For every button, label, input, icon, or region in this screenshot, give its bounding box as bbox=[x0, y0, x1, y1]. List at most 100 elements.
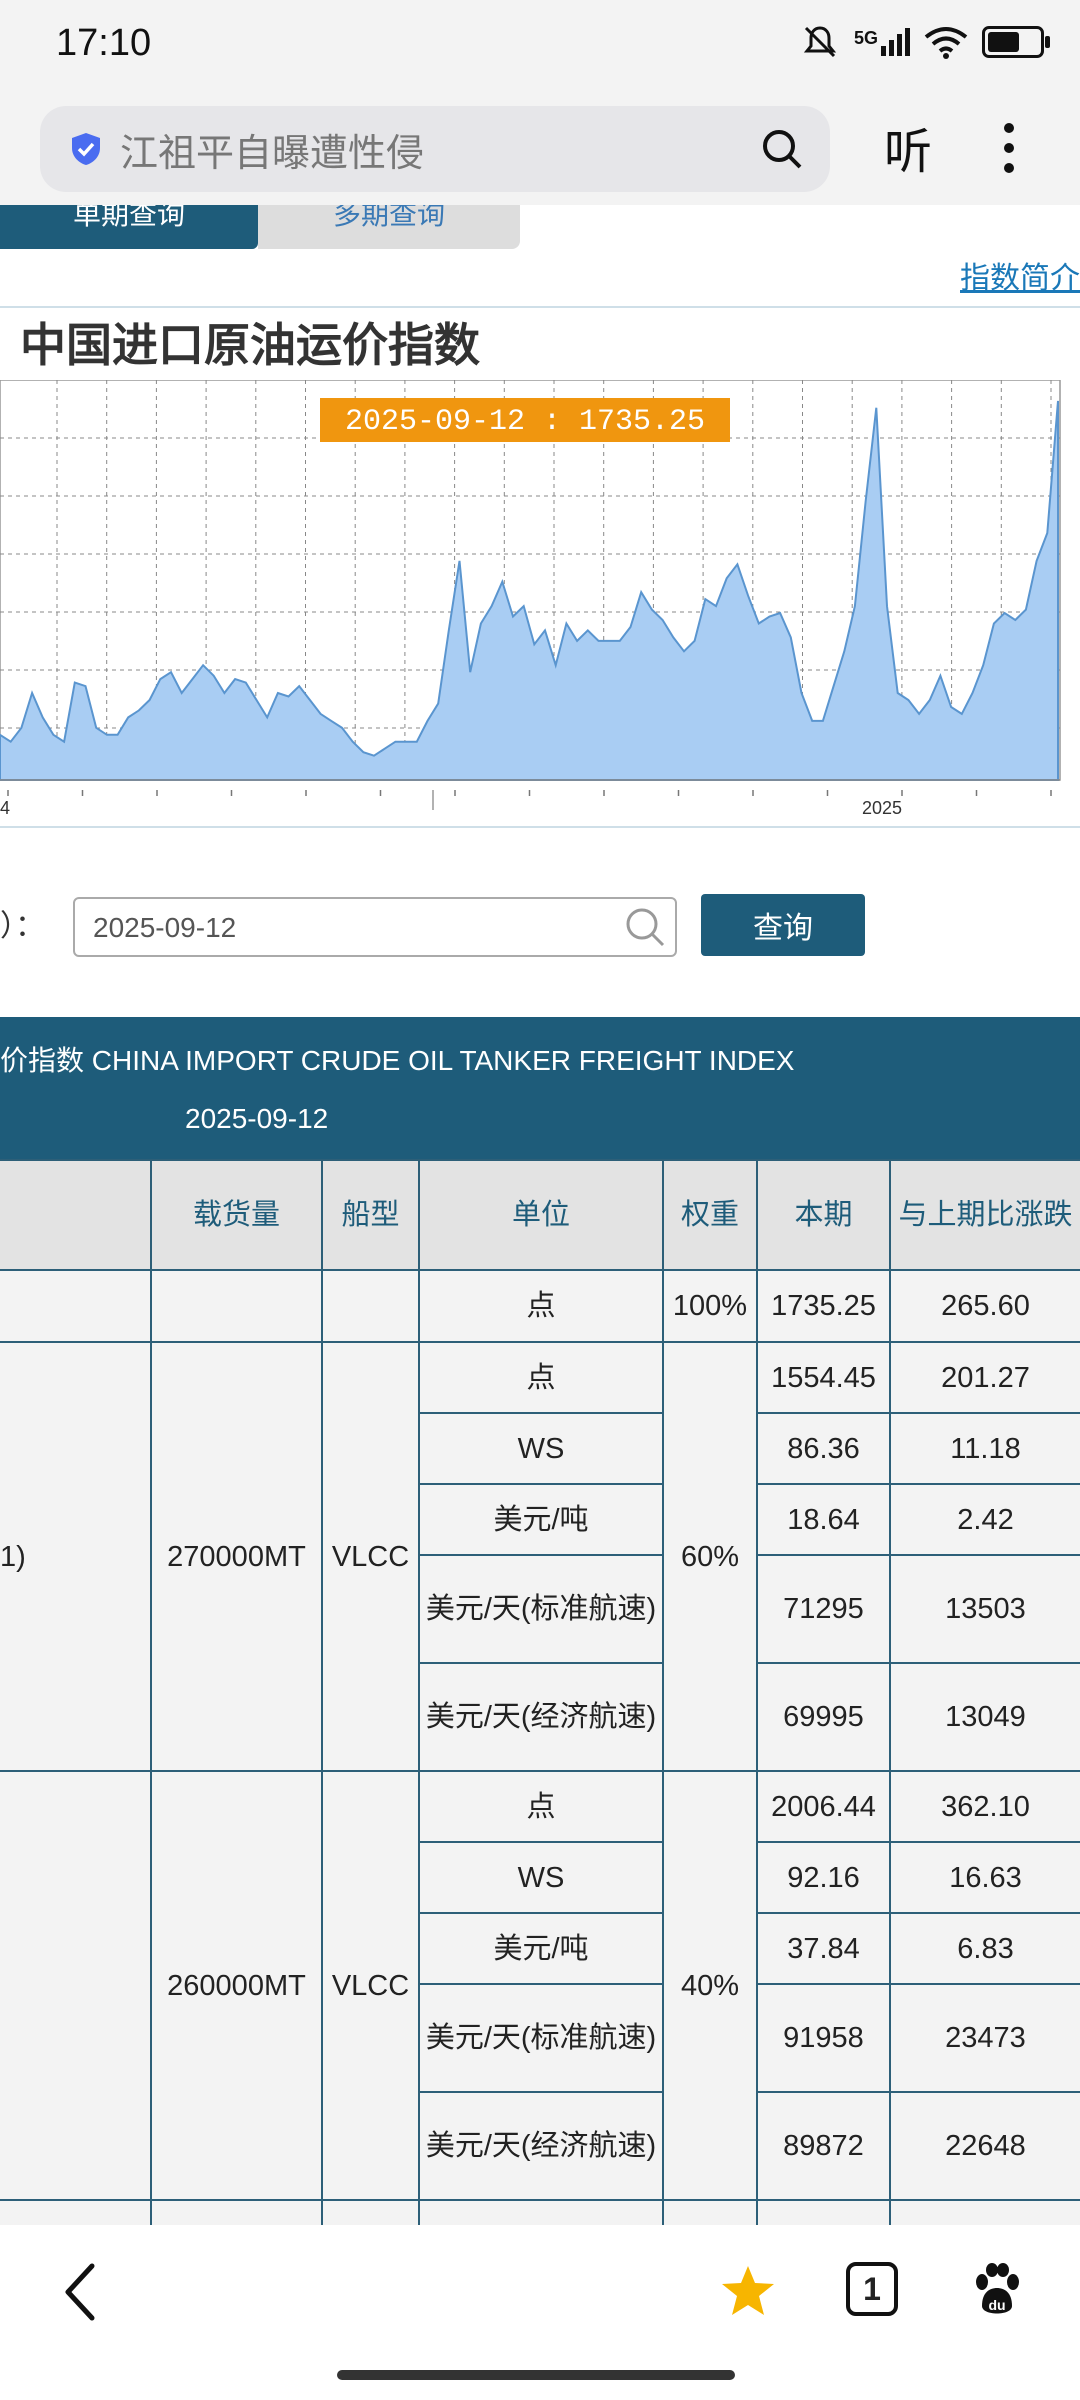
baidu-paw-icon[interactable]: du bbox=[972, 2262, 1022, 2318]
cell-unit: 美元/吨 bbox=[418, 1912, 664, 1985]
search-icon[interactable] bbox=[623, 905, 667, 949]
cell-weight: 60% bbox=[662, 1341, 758, 1772]
battery-icon bbox=[982, 26, 1050, 58]
cell-current: 71295 bbox=[756, 1554, 891, 1664]
chart-title: 中国进口原油运价指数 bbox=[20, 318, 480, 372]
table-row: 1) 270000MT VLCC 点 60% 1554.45 201.27 bbox=[0, 1341, 1080, 1772]
cell-route bbox=[0, 1269, 152, 1343]
cell-cargo bbox=[150, 1269, 323, 1343]
cell bbox=[418, 2199, 664, 2225]
table-title: 价指数 CHINA IMPORT CRUDE OIL TANKER FREIGH… bbox=[0, 1045, 795, 1076]
tab-count-icon[interactable]: 1 bbox=[846, 2262, 898, 2316]
col-header-ship: 船型 bbox=[321, 1159, 420, 1271]
cell-change: 11.18 bbox=[889, 1412, 1080, 1485]
cell-change: 265.60 bbox=[889, 1269, 1080, 1343]
cell-weight: 100% bbox=[662, 1269, 758, 1343]
more-menu-icon[interactable] bbox=[994, 118, 1024, 178]
table-row-partial bbox=[0, 2199, 1080, 2225]
cell-unit: 点 bbox=[418, 1269, 664, 1343]
cell-change: 2.42 bbox=[889, 1483, 1080, 1556]
col-header-weight: 权重 bbox=[662, 1159, 758, 1271]
cell-current: 92.16 bbox=[756, 1841, 891, 1914]
status-time: 17:10 bbox=[56, 22, 152, 64]
wifi-icon bbox=[924, 27, 968, 59]
cell-change: 23473 bbox=[889, 1983, 1080, 2093]
tooltip-text: 2025-09-12 : 1735.25 bbox=[345, 405, 705, 439]
cell-current: 37.84 bbox=[756, 1912, 891, 1985]
col-header-change: 与上期比涨跌 bbox=[889, 1159, 1080, 1271]
freight-index-table: 载货量 船型 单位 权重 本期 与上期比涨跌 点 100% 1735.25 26… bbox=[0, 1159, 1080, 2225]
cell bbox=[321, 2199, 420, 2225]
home-indicator bbox=[337, 2370, 735, 2380]
col-header-cargo: 载货量 bbox=[150, 1159, 323, 1271]
cell-ship: VLCC bbox=[321, 1341, 420, 1772]
cell bbox=[0, 2199, 152, 2225]
tab-multi-query[interactable]: 多期查询 bbox=[258, 205, 520, 249]
signal-icon: 5G bbox=[854, 28, 910, 56]
cell-current: 89872 bbox=[756, 2091, 891, 2201]
cell-current: 69995 bbox=[756, 1662, 891, 1772]
status-icons: 5G bbox=[800, 22, 1050, 62]
date-input[interactable] bbox=[73, 897, 677, 957]
cell-route bbox=[0, 1770, 152, 2201]
shield-icon bbox=[72, 133, 100, 165]
cell-ship: VLCC bbox=[321, 1770, 420, 2201]
cell-unit: 美元/天(经济航速) bbox=[418, 1662, 664, 1772]
cell bbox=[150, 2199, 323, 2225]
date-field[interactable] bbox=[75, 899, 615, 957]
star-favorite-icon[interactable] bbox=[720, 2264, 776, 2318]
tab-single-query[interactable]: 单期查询 bbox=[0, 205, 258, 249]
search-query-text: 江祖平自曝遭性侵 bbox=[120, 132, 425, 175]
cell-unit: 美元/天(经济航速) bbox=[418, 2091, 664, 2201]
table-title-bar: 价指数 CHINA IMPORT CRUDE OIL TANKER FREIGH… bbox=[0, 1017, 1080, 1159]
svg-text:du: du bbox=[988, 2297, 1005, 2313]
cell-change: 16.63 bbox=[889, 1841, 1080, 1914]
web-page: 单期查询 多期查询 指数简介 中国进口原油运价指数 2025-09-12 : 1… bbox=[0, 205, 1080, 2225]
freight-index-chart[interactable]: 2025-09-12 : 1735.25 4 2025 bbox=[0, 380, 1080, 825]
cell-current: 1735.25 bbox=[756, 1269, 891, 1343]
cell-change: 22648 bbox=[889, 2091, 1080, 2201]
cell-unit: 点 bbox=[418, 1770, 664, 1843]
x-tick-label-start: 4 bbox=[0, 798, 10, 818]
cell-unit: 美元/吨 bbox=[418, 1483, 664, 1556]
cell-change: 201.27 bbox=[889, 1341, 1080, 1414]
cell-current: 1554.45 bbox=[756, 1341, 891, 1414]
col-header-current: 本期 bbox=[756, 1159, 891, 1271]
query-button[interactable]: 查询 bbox=[701, 894, 865, 956]
cell-change: 6.83 bbox=[889, 1912, 1080, 1985]
cell-unit: 点 bbox=[418, 1341, 664, 1414]
network-type: 5G bbox=[853, 28, 878, 48]
x-tick-label-2025: 2025 bbox=[862, 798, 902, 818]
mute-bell-icon bbox=[803, 26, 837, 58]
date-label: ）： bbox=[0, 910, 45, 943]
cell bbox=[889, 2199, 1080, 2225]
cell-ship bbox=[321, 1269, 420, 1343]
divider bbox=[0, 306, 1080, 308]
table-date: 2025-09-12 bbox=[185, 1103, 329, 1134]
cell-current: 91958 bbox=[756, 1983, 891, 2093]
cell-current: 2006.44 bbox=[756, 1770, 891, 1843]
index-intro-link[interactable]: 指数简介 bbox=[960, 253, 1080, 297]
cell-unit: 美元/天(标准航速) bbox=[418, 1554, 664, 1664]
back-icon[interactable] bbox=[60, 2262, 100, 2322]
table-row: 260000MT VLCC 点 40% 2006.44 362.10 bbox=[0, 1770, 1080, 2201]
col-header-unit: 单位 bbox=[418, 1159, 664, 1271]
cell-change: 13503 bbox=[889, 1554, 1080, 1664]
search-icon[interactable] bbox=[760, 127, 804, 171]
cell-cargo: 270000MT bbox=[150, 1341, 323, 1772]
cell-current: 18.64 bbox=[756, 1483, 891, 1556]
cell bbox=[662, 2199, 758, 2225]
cell-unit: WS bbox=[418, 1841, 664, 1914]
address-search-bar[interactable]: 江祖平自曝遭性侵 bbox=[40, 106, 830, 192]
cell-unit: WS bbox=[418, 1412, 664, 1485]
divider bbox=[0, 826, 1080, 828]
cell-weight: 40% bbox=[662, 1770, 758, 2201]
cell-unit: 美元/天(标准航速) bbox=[418, 1983, 664, 2093]
cell-change: 13049 bbox=[889, 1662, 1080, 1772]
cell-cargo: 260000MT bbox=[150, 1770, 323, 2201]
cell bbox=[756, 2199, 891, 2225]
cell-change: 362.10 bbox=[889, 1770, 1080, 1843]
listen-button[interactable]: 听 bbox=[884, 112, 932, 182]
table-header-row: 载货量 船型 单位 权重 本期 与上期比涨跌 bbox=[0, 1159, 1080, 1271]
col-header-route bbox=[0, 1159, 152, 1271]
